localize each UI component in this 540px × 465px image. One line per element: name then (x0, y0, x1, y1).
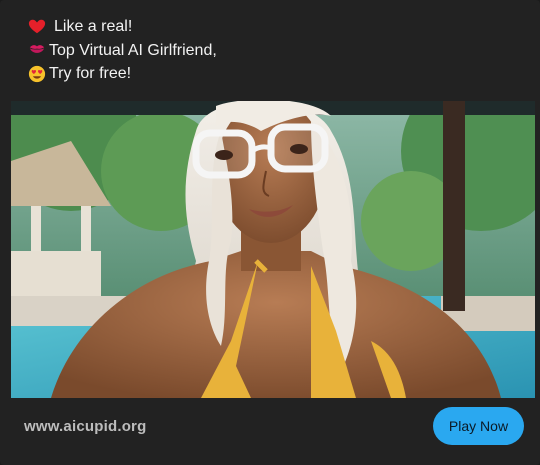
ad-headline: Like a real! Top Virtual AI Girlfriend, … (28, 15, 217, 86)
ad-image[interactable] (11, 101, 535, 398)
kiss-lips-icon (29, 45, 45, 54)
headline-line-3: Try for free! (28, 62, 217, 86)
ai-girlfriend-photo (11, 101, 535, 398)
advertiser-domain[interactable]: www.aicupid.org (24, 418, 146, 435)
ad-card[interactable]: Like a real! Top Virtual AI Girlfriend, … (0, 0, 540, 465)
headline-line-2-text: Top Virtual AI Girlfriend, (49, 41, 217, 59)
play-now-button[interactable]: Play Now (433, 407, 524, 445)
headline-line-3-text: Try for free! (49, 65, 132, 82)
headline-line-1-text: Like a real! (54, 18, 133, 35)
ad-footer: www.aicupid.org Play Now (0, 398, 540, 465)
headline-line-1: Like a real! (28, 15, 217, 39)
headline-line-2: Top Virtual AI Girlfriend, (28, 39, 217, 63)
heart-eyes-icon (28, 65, 46, 82)
red-heart-icon (28, 19, 46, 34)
